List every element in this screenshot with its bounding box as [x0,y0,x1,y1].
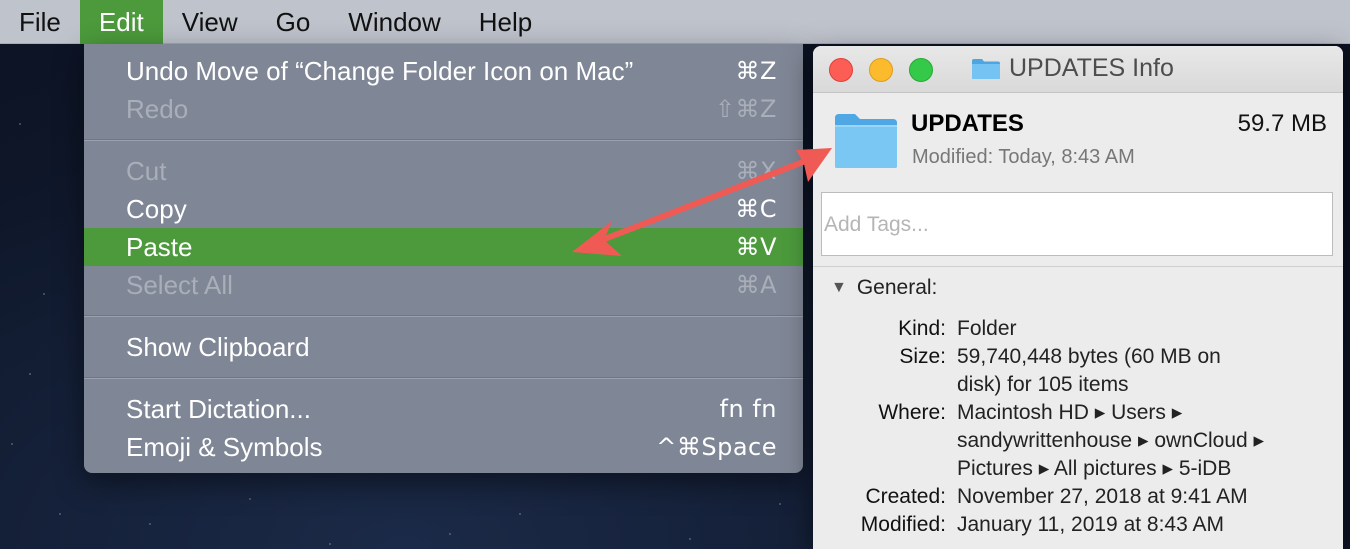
menu-separator [84,377,803,379]
menu-item-label: Cut [126,155,167,186]
shortcut-label: fn fn [719,395,777,423]
menu-window[interactable]: Window [329,0,459,44]
window-title: UPDATES Info [1009,54,1174,82]
menu-help[interactable]: Help [460,0,551,44]
folder-name: UPDATES [911,110,1024,137]
menu-item-label: Emoji & Symbols [126,431,323,462]
menu-bar: File Edit View Go Window Help [0,0,1350,44]
modified-label: Modified: [860,513,946,536]
size-value-line-2: disk) for 105 items [957,373,1129,396]
menu-item-undo[interactable]: Undo Move of “Change Folder Icon on Mac”… [84,52,803,90]
shortcut-label: ⌘A [735,271,777,299]
menu-item-emoji-symbols[interactable]: Emoji & Symbols ^⌘Space [84,428,803,466]
menu-separator [84,139,803,141]
kind-label: Kind: [898,317,946,340]
tags-input[interactable] [821,192,1333,256]
menu-item-copy[interactable]: Copy ⌘C [84,190,803,228]
menu-item-label: Undo Move of “Change Folder Icon on Mac” [126,55,634,86]
menu-item-select-all: Select All ⌘A [84,266,803,304]
general-section-toggle[interactable]: ▼ General: [831,276,937,300]
shortcut-label: ^⌘Space [656,433,777,461]
menu-view[interactable]: View [163,0,257,44]
menu-go[interactable]: Go [257,0,330,44]
shortcut-label: ⌘X [735,157,777,185]
where-value-line-2: sandywrittenhouse ▸ ownCloud ▸ [957,429,1265,452]
menu-edit[interactable]: Edit [79,0,163,44]
menu-item-start-dictation[interactable]: Start Dictation... fn fn [84,390,803,428]
kind-value: Folder [957,317,1017,340]
menu-separator [84,315,803,317]
menu-item-cut: Cut ⌘X [84,152,803,190]
folder-icon [972,59,1000,79]
menu-item-show-clipboard[interactable]: Show Clipboard [84,328,803,366]
menu-item-redo: Redo ⇧⌘Z [84,90,803,128]
size-label: Size: [899,345,946,368]
modified-value: January 11, 2019 at 8:43 AM [957,513,1224,536]
shortcut-label: ⌘Z [735,57,777,85]
folder-size: 59.7 MB [1237,110,1327,137]
menu-item-paste[interactable]: Paste ⌘V [84,228,803,266]
window-titlebar[interactable]: UPDATES Info [813,46,1343,93]
zoom-button[interactable] [909,58,933,82]
created-label: Created: [865,485,946,508]
size-value-line-1: 59,740,448 bytes (60 MB on [957,345,1221,368]
disclosure-triangle-icon: ▼ [831,279,847,296]
shortcut-label: ⇧⌘Z [714,95,777,123]
menu-item-label: Select All [126,269,233,300]
menu-item-label: Start Dictation... [126,393,311,424]
where-value-line-1: Macintosh HD ▸ Users ▸ [957,401,1183,424]
menu-file[interactable]: File [0,0,80,44]
menu-item-label: Show Clipboard [126,331,310,362]
menu-item-label: Paste [126,231,193,262]
menu-item-label: Redo [126,93,189,124]
menu-item-label: Copy [126,193,187,224]
created-value: November 27, 2018 at 9:41 AM [957,485,1248,508]
folder-icon [835,114,897,168]
where-label: Where: [878,401,946,424]
section-title: General: [856,276,938,299]
get-info-window: UPDATES Info UPDATES 59.7 MB Modified: T… [813,46,1343,549]
close-button[interactable] [829,58,853,82]
edit-menu-dropdown: Undo Move of “Change Folder Icon on Mac”… [84,44,803,473]
minimize-button[interactable] [869,58,893,82]
divider [813,266,1343,267]
shortcut-label: ⌘C [735,195,777,223]
modified-summary: Modified: Today, 8:43 AM [912,146,1135,168]
where-value-line-3: Pictures ▸ All pictures ▸ 5-iDB [957,457,1232,480]
shortcut-label: ⌘V [735,233,777,261]
